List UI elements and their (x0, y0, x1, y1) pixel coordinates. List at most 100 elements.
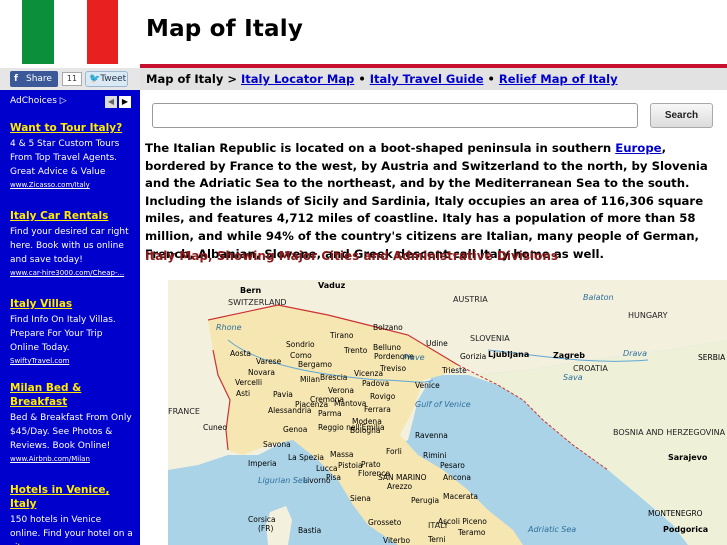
ad-text: 150 hotels in Venice online. Find your h… (10, 515, 133, 545)
label-ascoli: Ascoli Piceno (438, 517, 487, 526)
label-venice: Venice (415, 381, 440, 390)
adchoices-link[interactable]: AdChoices ▷ (10, 96, 67, 106)
intro-text-part2: , bordered by France to the west, by Aus… (145, 141, 708, 261)
ad-url[interactable]: www.Airbnb.com/Milan (10, 453, 134, 465)
label-pisa: Pisa (326, 473, 341, 482)
ad-url[interactable]: www.Zicasso.com/Italy (10, 179, 134, 191)
label-siena: Siena (350, 494, 371, 503)
ad-item: Hotels in Venice, Italy 150 hotels in Ve… (0, 483, 140, 545)
label-milan: Milan (300, 375, 320, 384)
adchoices-row: AdChoices ▷ ◀ ▶ (0, 90, 140, 112)
flag-white-stripe (54, 0, 87, 64)
intro-paragraph: The Italian Republic is located on a boo… (145, 140, 723, 263)
label-zagreb: Zagreb (553, 351, 585, 360)
label-cuneo: Cuneo (203, 423, 227, 432)
europe-link[interactable]: Europe (615, 141, 661, 155)
label-ljubljana: Ljubljana (488, 350, 529, 359)
ad-text: Find your desired car right here. Book w… (10, 227, 129, 265)
label-sarajevo: Sarajevo (668, 453, 708, 462)
label-vicenza: Vicenza (354, 369, 383, 378)
share-bar: f Share 11 🐦Tweet (0, 68, 140, 90)
label-grosseto: Grosseto (368, 518, 402, 527)
label-prato: Prato (361, 460, 381, 469)
facebook-icon: f (14, 74, 18, 84)
label-massa: Massa (330, 450, 353, 459)
breadcrumb-link-locator-map[interactable]: Italy Locator Map (241, 72, 354, 86)
ad-title-link[interactable]: Hotels in Venice, Italy (10, 483, 134, 511)
label-piave: Piave (403, 353, 425, 362)
label-rhone: Rhone (216, 323, 242, 332)
ad-title-link[interactable]: Milan Bed & Breakfast (10, 381, 134, 409)
label-varese: Varese (256, 357, 282, 366)
label-balaton: Balaton (583, 293, 614, 302)
breadcrumb-arrow: > (227, 72, 237, 86)
label-bern: Bern (240, 286, 261, 295)
search-button[interactable]: Search (650, 103, 713, 128)
ad-item: Want to Tour Italy? 4 & 5 Star Custom To… (0, 121, 140, 191)
label-bastia: Bastia (298, 526, 321, 535)
label-vaduz: Vaduz (318, 281, 346, 290)
italy-map-image[interactable]: SWITZERLAND AUSTRIA HUNGARY SLOVENIA CRO… (168, 280, 727, 545)
ad-title-link[interactable]: Italy Villas (10, 297, 134, 311)
label-serbia: SERBIA (698, 353, 726, 362)
ad-next-arrow-icon[interactable]: ▶ (119, 96, 131, 108)
label-treviso: Treviso (379, 364, 406, 373)
label-parma: Parma (318, 409, 342, 418)
flag-green-stripe (22, 0, 54, 64)
label-belluno: Belluno (373, 343, 401, 352)
label-brescia: Brescia (320, 373, 347, 382)
intro-text-part1: The Italian Republic is located on a boo… (145, 141, 616, 155)
label-austria: AUSTRIA (453, 295, 488, 304)
label-rovigo: Rovigo (370, 392, 396, 401)
label-sondrio: Sondrio (286, 340, 315, 349)
label-como: Como (290, 351, 312, 360)
label-ravenna: Ravenna (415, 431, 448, 440)
label-alessandria: Alessandria (268, 406, 312, 415)
label-arezzo: Arezzo (387, 482, 413, 491)
label-ligurian-sea: Ligurian Sea (258, 476, 308, 485)
facebook-share-button[interactable]: f Share (10, 71, 58, 87)
ad-title-link[interactable]: Want to Tour Italy? (10, 121, 134, 135)
ad-item: Italy Car Rentals Find your desired car … (0, 209, 140, 279)
label-france: FRANCE (168, 407, 200, 416)
label-lucca: Lucca (316, 464, 338, 473)
label-forli: Forli (386, 447, 402, 456)
twitter-bird-icon: 🐦 (89, 74, 101, 84)
italy-flag-logo (0, 0, 140, 68)
ad-sidebar: f Share 11 🐦Tweet AdChoices ▷ ◀ ▶ Want to… (0, 68, 140, 545)
label-tirano: Tirano (329, 331, 354, 340)
label-novara: Novara (248, 368, 275, 377)
label-sava: Sava (563, 373, 583, 382)
share-count: 11 (62, 72, 82, 86)
ad-text: Find Info On Italy Villas. Prepare For Y… (10, 315, 116, 353)
search-input[interactable] (152, 103, 638, 128)
adchoices-label: AdChoices (10, 96, 57, 106)
flag-red-stripe (87, 0, 118, 64)
page-title: Map of Italy (146, 16, 304, 42)
adchoices-triangle-icon: ▷ (59, 96, 67, 106)
ad-prev-arrow-icon[interactable]: ◀ (105, 96, 117, 108)
label-gorizia: Gorizia (460, 352, 486, 361)
label-pesaro: Pesaro (440, 461, 465, 470)
ad-item: Italy Villas Find Info On Italy Villas. … (0, 297, 140, 367)
label-viterbo: Viterbo (383, 536, 410, 545)
facebook-share-label: Share (26, 74, 52, 84)
ad-title-link[interactable]: Italy Car Rentals (10, 209, 134, 223)
tweet-button[interactable]: 🐦Tweet (85, 71, 128, 87)
label-florence: Florence (358, 469, 390, 478)
label-switzerland: SWITZERLAND (228, 298, 287, 307)
breadcrumb-link-relief-map[interactable]: Relief Map of Italy (499, 72, 618, 86)
label-imperia: Imperia (248, 459, 277, 468)
label-udine: Udine (426, 339, 448, 348)
label-trento: Trento (343, 346, 368, 355)
ad-url[interactable]: www.car-hire3000.com/Cheap-... (10, 267, 134, 279)
label-corsica: Corsica (248, 515, 276, 524)
tweet-label: Tweet (100, 74, 127, 84)
ad-url[interactable]: SwiftyTravel.com (10, 355, 134, 367)
label-adriatic-sea: Adriatic Sea (527, 525, 576, 534)
breadcrumb-link-travel-guide[interactable]: Italy Travel Guide (370, 72, 484, 86)
label-terni: Terni (427, 535, 446, 544)
label-rimini: Rimini (423, 451, 447, 460)
label-bergamo: Bergamo (298, 360, 332, 369)
label-mantova: Mantova (334, 399, 366, 408)
